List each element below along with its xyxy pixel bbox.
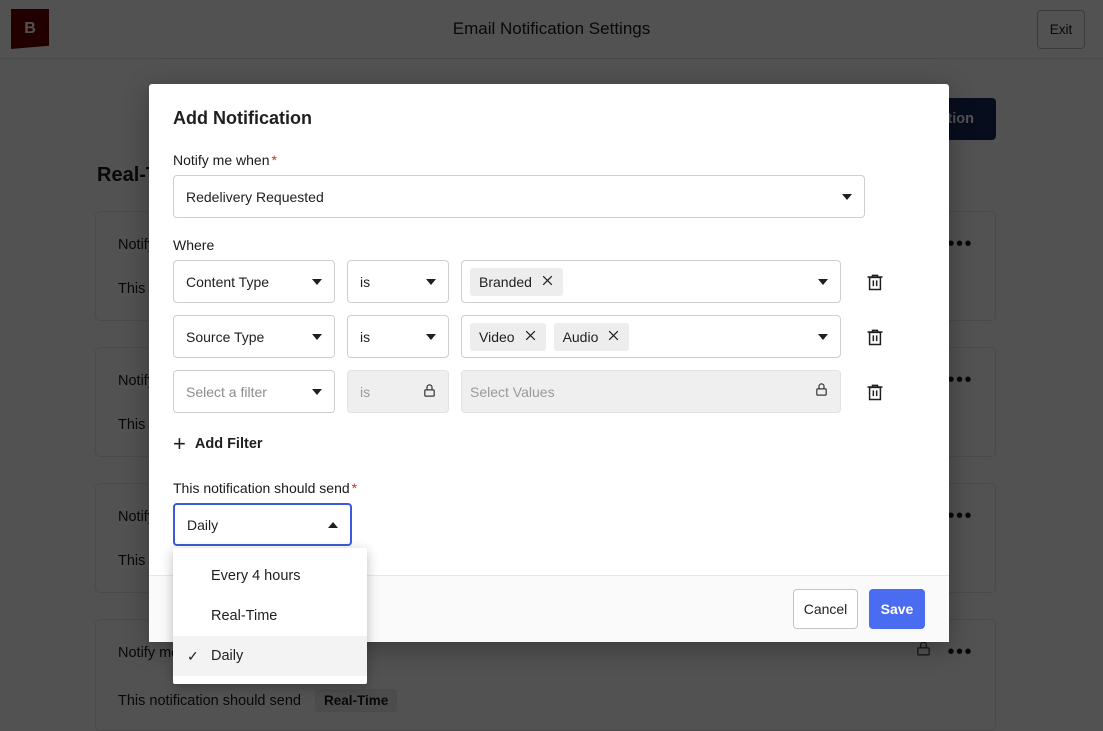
- send-frequency-text: This notification should send: [173, 480, 350, 496]
- delete-filter-button[interactable]: [861, 378, 889, 406]
- send-frequency-dropdown: ✓ Every 4 hours ✓ Real-Time ✓ Daily: [173, 548, 367, 684]
- filter-values-placeholder: Select Values: [470, 383, 555, 400]
- notify-me-when-select[interactable]: Redelivery Requested: [173, 175, 865, 218]
- notify-me-when-value: Redelivery Requested: [186, 188, 324, 205]
- delete-filter-button[interactable]: [861, 268, 889, 296]
- filter-field-select[interactable]: Source Type: [173, 315, 335, 358]
- dropdown-option-daily[interactable]: ✓ Daily: [173, 636, 367, 676]
- save-button[interactable]: Save: [869, 589, 925, 629]
- filter-field-value: Select a filter: [186, 383, 267, 400]
- send-frequency-value: Daily: [187, 516, 219, 533]
- chevron-down-icon: [312, 333, 322, 340]
- plus-icon: +: [173, 431, 186, 456]
- filter-values-select[interactable]: Branded: [461, 260, 841, 303]
- send-frequency-select[interactable]: Daily: [173, 503, 352, 546]
- chevron-down-icon: [818, 333, 828, 340]
- filter-field-select[interactable]: Content Type: [173, 260, 335, 303]
- dropdown-option-label: Every 4 hours: [211, 568, 301, 584]
- required-asterisk: *: [271, 152, 277, 168]
- dropdown-option-real-time[interactable]: ✓ Real-Time: [173, 596, 367, 636]
- notify-me-when-text: Notify me when: [173, 152, 270, 168]
- filter-field-value: Content Type: [186, 273, 270, 290]
- filter-field-value: Source Type: [186, 328, 265, 345]
- filter-operator-select[interactable]: is: [347, 315, 449, 358]
- value-chip[interactable]: Branded: [470, 267, 563, 296]
- dropdown-option-label: Daily: [211, 648, 244, 664]
- chevron-down-icon: [818, 278, 828, 285]
- app-root: B Email Notification Settings Exit Add N…: [0, 0, 1103, 731]
- value-chip-label: Video: [479, 328, 515, 345]
- filter-operator-select[interactable]: is: [347, 260, 449, 303]
- chevron-down-icon: [426, 278, 436, 285]
- where-label: Where: [173, 237, 215, 253]
- add-filter-label: Add Filter: [194, 436, 263, 452]
- cancel-button[interactable]: Cancel: [793, 589, 858, 629]
- chevron-down-icon: [312, 278, 322, 285]
- value-chip-label: Audio: [562, 328, 599, 345]
- filter-row: Source Type is Video Audio: [173, 315, 925, 358]
- value-chip-label: Branded: [479, 273, 532, 290]
- chevron-down-icon: [842, 193, 852, 200]
- value-chip[interactable]: Audio: [553, 322, 630, 351]
- filter-row: Content Type is Branded: [173, 260, 925, 303]
- notify-me-when-label: Notify me when *: [173, 152, 925, 168]
- filter-values-select: Select Values: [461, 370, 841, 413]
- check-icon: ✓: [187, 647, 199, 664]
- lock-icon: [814, 382, 829, 402]
- required-asterisk: *: [351, 480, 358, 496]
- remove-chip-icon[interactable]: [541, 274, 554, 289]
- delete-filter-button[interactable]: [861, 323, 889, 351]
- filter-field-select[interactable]: Select a filter: [173, 370, 335, 413]
- chevron-down-icon: [426, 333, 436, 340]
- chevron-down-icon: [312, 388, 322, 395]
- filter-row: Select a filter is Select Values: [173, 370, 925, 413]
- dropdown-option-every-4-hours[interactable]: ✓ Every 4 hours: [173, 556, 367, 596]
- filter-values-select[interactable]: Video Audio: [461, 315, 841, 358]
- chevron-up-icon: [328, 521, 338, 528]
- dialog-body: Add Notification Notify me when * Redeliv…: [149, 84, 949, 575]
- dialog-title: Add Notification: [173, 108, 312, 128]
- value-chip[interactable]: Video: [470, 322, 546, 351]
- filter-operator-select: is: [347, 370, 449, 413]
- filter-operator-value: is: [360, 383, 371, 400]
- lock-icon: [422, 383, 437, 401]
- dropdown-option-label: Real-Time: [211, 608, 278, 624]
- add-filter-button[interactable]: + Add Filter: [173, 433, 263, 455]
- remove-chip-icon[interactable]: [607, 329, 620, 344]
- remove-chip-icon[interactable]: [524, 329, 537, 344]
- filter-operator-value: is: [360, 328, 371, 345]
- send-frequency-label: This notification should send *: [173, 480, 925, 496]
- filter-operator-value: is: [360, 273, 371, 290]
